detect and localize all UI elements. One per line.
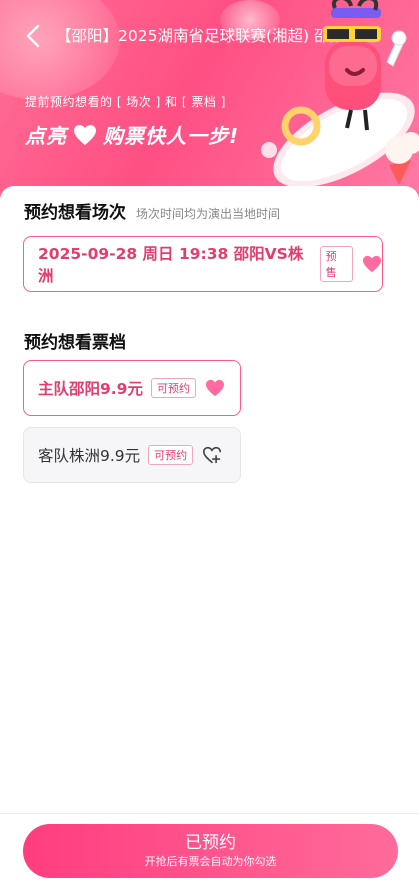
slogan-right: 购票快人一步!	[103, 124, 240, 148]
session-section-header: 预约想看场次 场次时间均为演出当地时间	[24, 198, 280, 223]
bookable-tag: 可预约	[150, 378, 196, 398]
ticket-section-header: 预约想看票档	[24, 328, 126, 353]
ticket-option-label: 客队株洲9.9元	[38, 447, 141, 465]
ticket-option-away[interactable]: 客队株洲9.9元 可预约	[23, 427, 241, 483]
reserved-button[interactable]: 已预约 开抢后有票会自动为你勾选	[23, 824, 398, 878]
back-button[interactable]	[22, 22, 46, 50]
page: 【邵阳】2025湖南省足球联赛(湘超) 邵阳赛区 提前预约想看的 [ 场次 ] …	[0, 0, 419, 890]
ticket-option-label: 主队邵阳9.9元	[38, 380, 143, 398]
ticket-heart-toggle[interactable]	[202, 446, 222, 464]
ticket-option-home[interactable]: 主队邵阳9.9元 可预约	[23, 360, 241, 416]
reserved-button-label: 已预约	[185, 833, 236, 853]
heart-filled-icon	[205, 379, 224, 397]
presale-tag: 预售	[319, 246, 353, 282]
reserved-button-sub: 开抢后有票会自动为你勾选	[144, 855, 277, 868]
bottom-bar: 已预约 开抢后有票会自动为你勾选	[0, 813, 419, 890]
heart-filled-icon	[363, 255, 381, 273]
heart-icon	[74, 124, 96, 145]
hero-subtitle: 提前预约想看的 [ 场次 ] 和 [ 票档 ]	[25, 95, 226, 109]
session-section-note: 场次时间均为演出当地时间	[136, 207, 281, 221]
session-option[interactable]: 2025-09-28 周日 19:38 邵阳VS株洲 预售	[23, 236, 383, 292]
ticket-heart-toggle[interactable]	[205, 379, 225, 397]
session-option-label: 2025-09-28 周日 19:38 邵阳VS株洲	[38, 245, 304, 285]
ticket-section-title: 预约想看票档	[24, 333, 126, 353]
mascot-illustration	[261, 0, 419, 188]
hero-slogan: 点亮 购票快人一步!	[25, 120, 239, 149]
bookable-tag: 可预约	[148, 445, 194, 465]
content-card: 预约想看场次 场次时间均为演出当地时间 2025-09-28 周日 19:38 …	[0, 186, 419, 890]
back-arrow-icon	[26, 24, 40, 48]
heart-add-icon	[203, 446, 222, 464]
session-section-title: 预约想看场次	[24, 203, 126, 223]
slogan-left: 点亮	[25, 124, 67, 148]
session-heart-toggle[interactable]	[362, 255, 382, 273]
hero-decoration	[0, 0, 120, 100]
hero-banner: 【邵阳】2025湖南省足球联赛(湘超) 邵阳赛区 提前预约想看的 [ 场次 ] …	[0, 0, 419, 200]
